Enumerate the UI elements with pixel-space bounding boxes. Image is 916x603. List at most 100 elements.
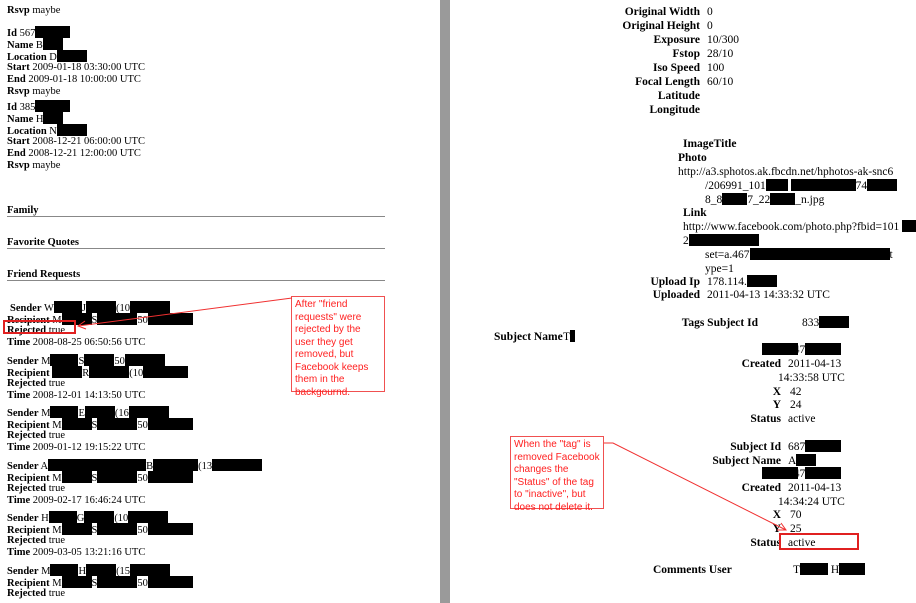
meta-label: Original Width <box>624 6 700 18</box>
link-url-line4[interactable]: ype=1 <box>705 262 734 276</box>
page-gutter <box>440 0 450 603</box>
field-value: maybe <box>32 160 61 171</box>
meta-value: 0 <box>707 20 713 32</box>
field-value: 2008-12-21 12:00:00 UTC <box>28 148 141 159</box>
redaction <box>84 511 115 523</box>
tag2-status-label: Status <box>750 537 781 549</box>
field-row: End 2008-12-21 12:00:00 UTC <box>7 148 141 160</box>
field-row: Rejected true <box>7 588 65 600</box>
field-label: Start <box>7 136 30 147</box>
tag1-x-value: 42 <box>790 386 802 398</box>
tags-subject-id-value: 833 <box>802 316 850 330</box>
photo-label: Photo <box>678 152 707 164</box>
comments-user-value: T H <box>793 563 866 577</box>
tag2-created-label: Created <box>741 482 781 494</box>
field-row: Rejected true <box>7 378 65 390</box>
field-value: (10 <box>129 367 144 379</box>
redaction <box>147 470 193 483</box>
meta-value: 10/300 <box>707 34 739 46</box>
redaction <box>52 365 83 378</box>
redaction <box>147 418 193 430</box>
divider <box>7 280 385 281</box>
image-title-label: ImageTitle <box>683 138 737 150</box>
meta-label: Focal Length <box>635 76 700 88</box>
tag1-y-label: Y <box>772 399 781 411</box>
field-value: true <box>48 377 66 389</box>
field-label: Time <box>7 389 31 401</box>
subject-name-label: Subject Name <box>494 331 563 343</box>
tag1-x-label: X <box>772 386 781 398</box>
redaction <box>147 575 193 588</box>
field-row: End 2009-01-18 10:00:00 UTC <box>7 74 141 86</box>
field-row: Time 2009-01-12 19:15:22 UTC <box>7 442 145 454</box>
field-value: 2009-03-05 13:21:16 UTC <box>32 547 146 558</box>
tag1-status-label: Status <box>750 413 781 425</box>
redaction <box>147 523 193 535</box>
redaction <box>50 353 79 366</box>
field-label: Rejected <box>7 377 47 389</box>
left-document-page: Rsvp maybe Id 567 Name B Location D Start 2… <box>0 0 440 603</box>
field-label: Time <box>7 547 31 558</box>
field-row: Rejected true <box>7 535 65 547</box>
meta-label: Exposure <box>653 34 700 46</box>
redaction <box>48 511 77 523</box>
meta-value: 28/10 <box>707 48 734 60</box>
photo-url-line1: http://a3.sphotos.ak.fbcdn.net/hphotos-a… <box>678 166 894 178</box>
section-friend-requests: Friend Requests <box>7 269 81 280</box>
field-label: Start <box>7 62 30 73</box>
tag2-id-value: 747 <box>788 467 842 481</box>
divider <box>7 248 385 249</box>
rsvp-row: Rsvp maybe <box>7 5 60 17</box>
redaction <box>48 458 77 471</box>
field-row: Start 2009-01-18 03:30:00 UTC <box>7 62 145 74</box>
link-url-line3[interactable]: set=a.467 t <box>705 248 893 262</box>
redaction <box>212 458 263 471</box>
field-label: Time <box>7 337 31 348</box>
redaction <box>56 124 87 136</box>
redaction <box>97 313 138 325</box>
field-value: 50 <box>137 525 148 536</box>
meta-label: Fstop <box>672 48 700 60</box>
field-value: 2009-02-17 16:46:24 UTC <box>32 494 146 506</box>
field-value: true <box>48 587 66 599</box>
rsvp-label: Rsvp <box>7 5 30 16</box>
section-favorite-quotes: Favorite Quotes <box>7 237 80 248</box>
redaction <box>97 575 138 588</box>
tag2-created-time: 14:34:24 UTC <box>778 496 845 508</box>
section-family: Family <box>7 205 39 216</box>
meta-value: 0 <box>707 6 713 18</box>
redaction <box>128 406 169 418</box>
field-value: R <box>82 367 90 379</box>
comments-user-label: Comments User <box>653 564 732 576</box>
link-label: Link <box>683 207 707 219</box>
redaction <box>43 112 64 124</box>
uploaded-value: 2011-04-13 14:33:32 UTC <box>707 289 830 301</box>
upload-ip-value: 178.114. <box>707 275 777 289</box>
tag2-id-label: Id <box>770 468 781 480</box>
field-row: Time 2009-03-05 13:21:16 UTC <box>7 547 145 559</box>
field-row: Rsvp maybe <box>7 160 60 172</box>
field-value: 2009-01-18 10:00:00 UTC <box>28 74 141 85</box>
field-label: Rejected <box>7 535 47 546</box>
link-url-line2[interactable]: 2 <box>683 234 759 248</box>
redaction <box>97 418 138 430</box>
field-row: Rejected true <box>7 483 65 495</box>
redaction <box>35 26 71 38</box>
field-value: 50 <box>137 577 148 589</box>
uploaded-label: Uploaded <box>652 289 700 301</box>
field-value: 2009-01-12 19:15:22 UTC <box>32 442 146 453</box>
tag-status-annotation: When the "tag" is removed Facebook chang… <box>510 436 604 513</box>
link-url-line1[interactable]: http://www.facebook.com/photo.php?fbid=1… <box>683 220 916 234</box>
redaction <box>56 50 87 62</box>
redaction <box>84 353 115 366</box>
field-label: End <box>7 148 26 159</box>
redaction <box>89 365 130 378</box>
redaction <box>86 563 117 576</box>
redaction <box>76 458 107 471</box>
tag2-created-date: 2011-04-13 <box>788 482 842 494</box>
redaction <box>50 563 79 576</box>
field-value: maybe <box>32 86 61 97</box>
redaction <box>50 406 79 418</box>
field-row: Time 2008-08-25 06:50:56 UTC <box>7 337 145 349</box>
divider <box>7 216 385 217</box>
